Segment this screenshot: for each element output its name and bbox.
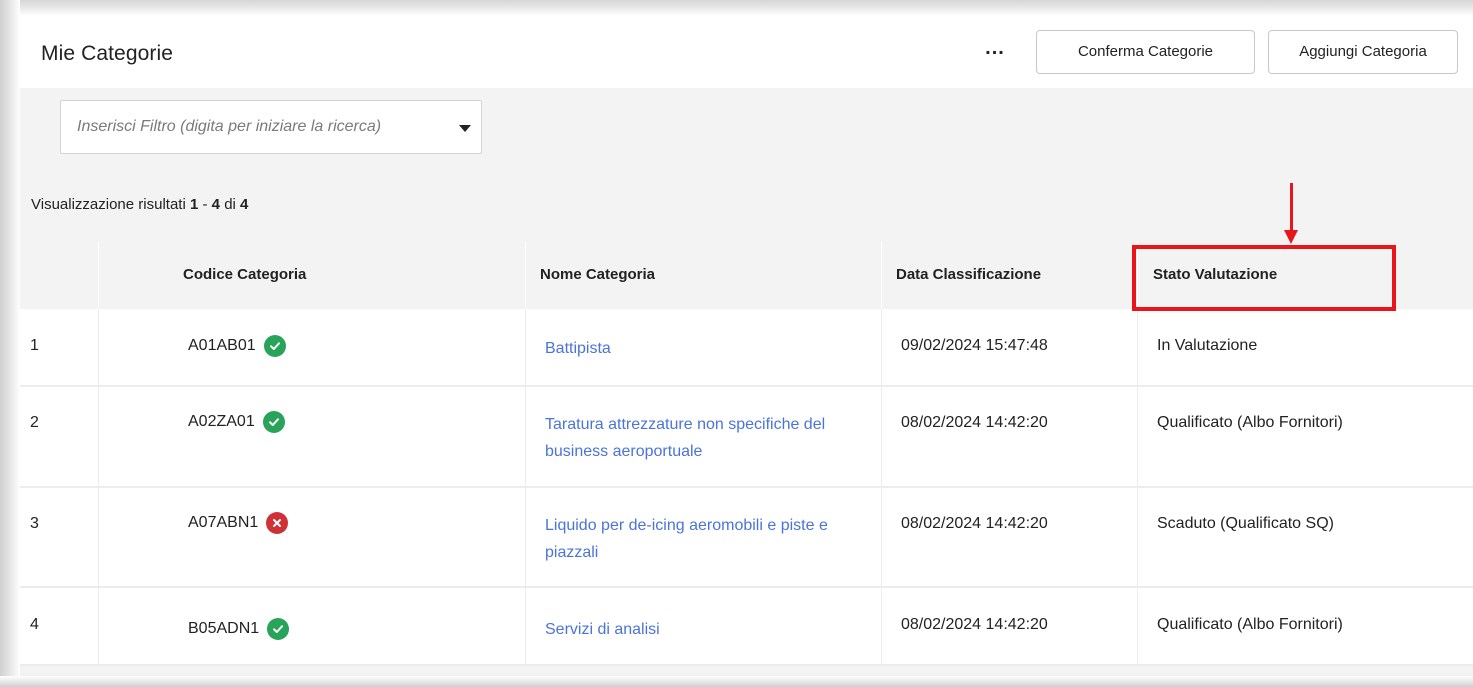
window-shadow-top [0,0,1473,16]
column-divider [98,387,99,486]
window-shadow-left [0,0,20,687]
category-code: A07ABN1 [188,512,289,534]
category-code-text: B05ADN1 [188,620,260,637]
app-window: Mie Categorie ... Conferma Categorie Agg… [0,0,1473,687]
classification-date: 09/02/2024 15:47:48 [901,337,1048,354]
window-shadow-bottom [0,676,1473,687]
results-count: Visualizzazione risultati 1 - 4 di 4 [31,196,248,213]
column-header-name[interactable]: Nome Categoria [540,241,655,309]
category-code: B05ADN1 [188,618,290,640]
column-divider [1137,387,1138,486]
category-name-link[interactable]: Liquido per de-icing aeromobili e piste … [545,512,875,566]
category-name-link[interactable]: Battipista [545,335,875,362]
add-category-button[interactable]: Aggiungi Categoria [1268,30,1458,74]
table-row: 3 A07ABN1 Liquido per de-icing aeromobil… [20,488,1473,588]
column-divider [98,488,99,586]
category-name-link[interactable]: Servizi di analisi [545,616,875,643]
evaluation-status: Scaduto (Qualificato SQ) [1157,515,1334,532]
category-code: A02ZA01 [188,411,285,433]
column-header-code[interactable]: Codice Categoria [183,241,306,309]
column-divider [1137,309,1138,385]
column-header-date[interactable]: Data Classificazione [896,241,1041,309]
category-code-text: A07ABN1 [188,514,259,531]
classification-date: 08/02/2024 14:42:20 [901,515,1048,532]
column-divider [525,488,526,586]
annotation-arrow-shaft [1290,183,1293,233]
column-divider [525,241,526,309]
row-index: 4 [30,616,39,633]
column-divider [881,241,882,309]
caret-down-icon[interactable] [459,125,471,132]
confirm-categories-button[interactable]: Conferma Categorie [1036,30,1255,74]
category-code-text: A01AB01 [188,337,256,354]
table-row: 4 B05ADN1 Servizi di analisi 08/02/2024 … [20,588,1473,666]
row-index: 3 [30,515,39,532]
page-title: Mie Categorie [41,42,174,65]
results-total: 4 [240,196,249,213]
column-divider [525,309,526,385]
annotation-arrow-icon [1284,230,1298,244]
more-actions-button[interactable]: ... [978,38,1012,64]
column-divider [98,309,99,385]
page-header: Mie Categorie ... Conferma Categorie Agg… [20,16,1473,88]
row-index: 2 [30,414,39,431]
table-row: 2 A02ZA01 Taratura attrezzature non spec… [20,387,1473,488]
results-prefix: Visualizzazione risultati [31,196,186,213]
results-separator: - [202,196,208,213]
evaluation-status: In Valutazione [1157,337,1258,354]
results-from: 1 [189,196,199,213]
column-divider [1137,588,1138,664]
classification-date: 08/02/2024 14:42:20 [901,616,1048,633]
column-divider [525,387,526,486]
filter-input[interactable] [77,101,447,153]
classification-date: 08/02/2024 14:42:20 [901,414,1048,431]
category-code: A01AB01 [188,335,286,357]
category-name-link[interactable]: Taratura attrezzature non specifiche del… [545,411,875,465]
column-divider [1137,488,1138,586]
results-of: di [224,196,236,213]
table-row: 1 A01AB01 Battipista 09/02/2024 15:47:48… [20,309,1473,387]
check-icon [262,411,285,433]
column-divider [98,241,99,309]
annotation-highlight-box [1132,245,1396,311]
column-divider [881,387,882,486]
check-icon [263,335,286,357]
evaluation-status: Qualificato (Albo Fornitori) [1157,616,1343,633]
check-icon [267,618,290,640]
filter-combobox[interactable] [60,100,482,154]
cross-icon [266,512,289,534]
categories-panel: Mie Categorie ... Conferma Categorie Agg… [20,16,1473,676]
column-divider [881,588,882,664]
column-divider [525,588,526,664]
evaluation-status: Qualificato (Albo Fornitori) [1157,414,1343,431]
results-to: 4 [211,196,221,213]
column-divider [881,309,882,385]
row-index: 1 [30,337,39,354]
column-divider [98,588,99,664]
category-code-text: A02ZA01 [188,413,255,430]
column-divider [881,488,882,586]
